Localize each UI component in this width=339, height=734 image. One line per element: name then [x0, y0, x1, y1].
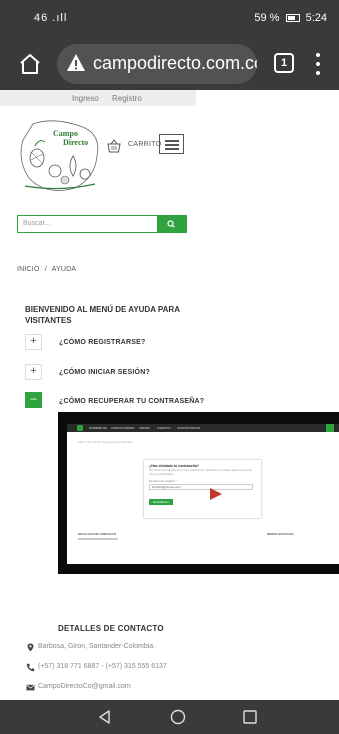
svg-text:Campo: Campo: [53, 129, 78, 138]
screenshot-nav-item: HOMBRE DE: [89, 426, 108, 430]
site-logo[interactable]: Campo Directo: [15, 116, 105, 196]
more-menu-icon[interactable]: [315, 53, 321, 75]
search-button[interactable]: [157, 216, 186, 232]
screenshot-nav: HOMBRE DE AGRICULTORES TIENDA CARRITO CO…: [67, 424, 339, 432]
pointer-arrow-icon: [210, 488, 222, 500]
breadcrumb: INICIO / AYUDA: [17, 266, 76, 273]
search-form: Buscar...: [17, 215, 187, 233]
screenshot-breadcrumb: Inicio / Mi cuenta / Recuperar contraseñ…: [78, 440, 133, 444]
hamburger-menu-icon[interactable]: [159, 134, 184, 154]
screenshot-nav-item: TIENDA: [139, 426, 151, 430]
address-text: Barbosa, Giron, Santander-Colombia.: [38, 643, 156, 650]
screenshot-card-desc: Por favor introduzca su correo electróni…: [149, 468, 252, 476]
breadcrumb-separator: /: [44, 266, 47, 273]
account-links: Ingreso Registro: [0, 90, 196, 106]
screenshot-field: Nombre@correo.com: [149, 484, 253, 490]
screenshot-footer-right: REDES SOCIALES: [267, 532, 294, 536]
screenshot-nav-cart: [326, 424, 334, 432]
home-icon[interactable]: [18, 52, 42, 76]
breadcrumb-current: AYUDA: [51, 266, 77, 273]
login-link[interactable]: Ingreso: [72, 94, 99, 103]
screenshot-footer-line: [78, 538, 118, 540]
back-icon[interactable]: [97, 709, 113, 725]
home-circle-icon[interactable]: [170, 709, 186, 725]
url-text: campodirecto.com.co/h: [93, 53, 257, 73]
accordion-label-register[interactable]: ¿CÓMO REGISTRARSE?: [59, 339, 145, 346]
status-right: 59 % 5:24: [254, 12, 327, 24]
system-nav-bar: [0, 700, 339, 734]
screenshot-nav-item: AGRICULTORES: [111, 426, 135, 430]
recents-icon[interactable]: [242, 709, 258, 725]
page-title: BIENVENIDO AL MENÚ DE AYUDA PARA VISITAN…: [25, 305, 180, 325]
warning-icon: [67, 54, 85, 71]
svg-text:Directo: Directo: [63, 138, 88, 147]
accordion-toggle-login[interactable]: +: [25, 364, 42, 380]
search-icon: [167, 220, 175, 228]
battery-icon: [285, 14, 300, 23]
email-text[interactable]: CampoDirectoCo@gmail.com: [38, 683, 131, 690]
screenshot-page: Inicio / Mi cuenta / Recuperar contraseñ…: [67, 432, 339, 564]
envelope-icon: [26, 684, 35, 691]
screenshot-nav-item: CONTÁCTENOS: [177, 426, 201, 430]
basket-icon[interactable]: [107, 139, 121, 153]
phone-icon: [26, 663, 35, 672]
phones-text[interactable]: (+57) 318 771 6887 - (+57) 315 555 6137: [38, 663, 167, 670]
screenshot-field-label: Nombre de usuario *: [149, 479, 177, 483]
accordion-label-recover[interactable]: ¿CÓMO RECUPERAR TU CONTRASEÑA?: [59, 398, 204, 405]
accordion-toggle-recover[interactable]: –: [25, 392, 42, 408]
tab-switcher-button[interactable]: 1: [274, 53, 294, 73]
cart-link[interactable]: CARRITO: [128, 141, 161, 148]
browser-toolbar: campodirecto.com.co/h 1: [0, 38, 339, 90]
screenshot-button: Restablecer: [149, 499, 173, 505]
register-link[interactable]: Registro: [112, 94, 142, 103]
status-bar: 46 .ıll 59 % 5:24: [0, 0, 339, 38]
address-bar[interactable]: campodirecto.com.co/h: [57, 44, 257, 84]
clock: 5:24: [305, 12, 327, 24]
accordion-toggle-register[interactable]: +: [25, 334, 42, 350]
screenshot-logo: [77, 425, 83, 431]
tutorial-screenshot: HOMBRE DE AGRICULTORES TIENDA CARRITO CO…: [58, 412, 339, 574]
contact-title: DETALLES DE CONTACTO: [58, 624, 164, 633]
breadcrumb-home[interactable]: INICIO: [17, 266, 40, 273]
search-input[interactable]: Buscar...: [23, 220, 50, 227]
map-pin-icon: [27, 643, 34, 652]
screenshot-nav-item: CARRITO: [157, 426, 171, 430]
accordion-label-login[interactable]: ¿CÓMO INICIAR SESIÓN?: [59, 369, 150, 376]
battery-percent: 59 %: [254, 12, 280, 24]
screenshot-form-card: ¿Has olvidado tu contraseña? Por favor i…: [144, 460, 261, 518]
network-indicator: 46 .ıll: [34, 12, 68, 24]
screenshot-footer-left: DETALLES DE CONTACTO: [78, 532, 117, 536]
